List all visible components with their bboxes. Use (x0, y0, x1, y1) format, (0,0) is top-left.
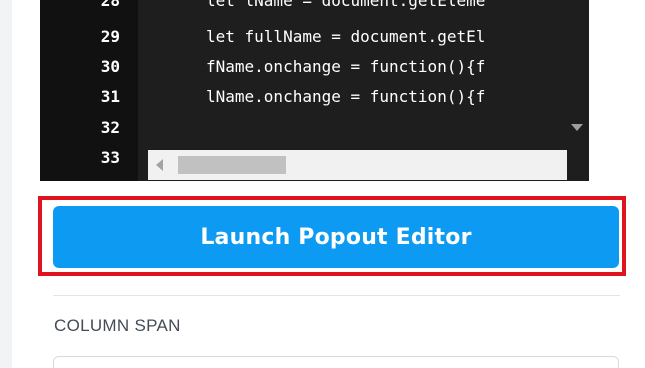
scroll-down-arrow-icon[interactable] (571, 124, 583, 131)
launch-popout-editor-button[interactable]: Launch Popout Editor (53, 206, 619, 268)
line-number: 28 (100, 0, 120, 10)
line-number: 33 (100, 148, 120, 167)
code-text: let lName = document.getEleme (206, 0, 486, 10)
column-span-select[interactable] (53, 356, 619, 368)
code-line: 29 let fullName = document.getEl (40, 25, 589, 49)
code-editor[interactable]: 28 let lName = document.getEleme 29 let … (40, 0, 589, 181)
line-number: 30 (100, 57, 120, 76)
page: 28 let lName = document.getEleme 29 let … (0, 0, 645, 368)
code-line: 28 let lName = document.getEleme (40, 0, 589, 13)
code-text: lName.onchange = function(){f (206, 87, 486, 106)
line-number: 32 (100, 118, 120, 137)
divider (53, 295, 620, 296)
code-text: fName.onchange = function(){f (206, 57, 486, 76)
code-line: 31 lName.onchange = function(){f (40, 85, 589, 109)
code-line: 32 (40, 116, 589, 140)
scroll-left-arrow-icon[interactable] (156, 159, 163, 171)
vertical-scrollbar[interactable] (567, 0, 589, 150)
scrollbar-corner (567, 150, 589, 181)
column-span-label: COLUMN SPAN (54, 316, 181, 335)
code-line: 30 fName.onchange = function(){f (40, 55, 589, 79)
line-number: 31 (100, 87, 120, 106)
horizontal-scroll-thumb[interactable] (178, 156, 286, 174)
line-number: 29 (100, 27, 120, 46)
horizontal-scrollbar[interactable] (148, 150, 588, 180)
code-text: let fullName = document.getEl (206, 27, 486, 46)
